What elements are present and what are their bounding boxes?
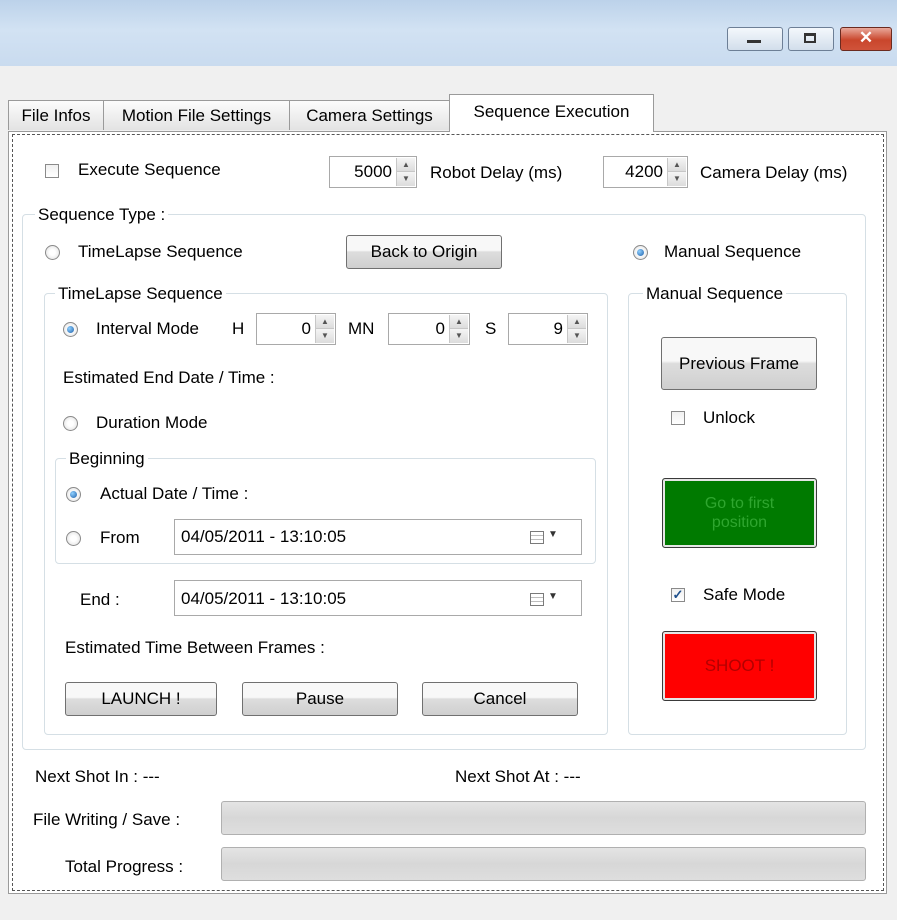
spinner-arrows: ▲ ▼ [449, 315, 468, 343]
spin-up-icon[interactable]: ▲ [316, 315, 334, 329]
spinner-arrows: ▲ ▼ [315, 315, 334, 343]
execute-sequence-checkbox[interactable] [45, 164, 59, 178]
tab-label: Sequence Execution [473, 102, 630, 121]
calendar-dropdown-icon[interactable]: ▼ [530, 529, 568, 546]
launch-button[interactable]: LAUNCH ! [65, 682, 217, 716]
cancel-button[interactable]: Cancel [422, 682, 578, 716]
camera-delay-stepper[interactable]: 4200 ▲ ▼ [603, 156, 688, 188]
file-writing-label: File Writing / Save : [33, 810, 181, 829]
go-first-label-line1: Go to first [704, 495, 775, 512]
file-writing-progress-bar [221, 801, 866, 835]
button-label: Cancel [473, 689, 527, 708]
button-label: Previous Frame [679, 354, 799, 373]
minutes-label: MN [348, 319, 375, 338]
restore-icon [804, 33, 816, 43]
spin-up-icon[interactable]: ▲ [450, 315, 468, 329]
timelapse-sequence-label: TimeLapse Sequence [78, 242, 243, 261]
close-icon: ✕ [858, 28, 874, 47]
go-to-first-position-button[interactable]: Go to first position [662, 478, 817, 548]
calendar-dropdown-icon[interactable]: ▼ [530, 591, 568, 608]
robot-delay-stepper[interactable]: 5000 ▲ ▼ [329, 156, 417, 188]
seconds-value: 9 [553, 319, 563, 338]
restore-button[interactable] [788, 27, 834, 51]
spin-down-icon[interactable]: ▼ [568, 329, 586, 343]
robot-delay-value: 5000 [354, 162, 392, 181]
tab-motion-file-settings[interactable]: Motion File Settings [103, 100, 290, 130]
estimated-end-label: Estimated End Date / Time : [63, 368, 275, 387]
previous-frame-button[interactable]: Previous Frame [661, 337, 817, 390]
manual-sequence-label: Manual Sequence [664, 242, 802, 261]
manual-sequence-legend: Manual Sequence [643, 284, 787, 304]
spin-down-icon[interactable]: ▼ [397, 172, 415, 186]
total-progress-label: Total Progress : [65, 857, 184, 876]
spin-down-icon[interactable]: ▼ [316, 329, 334, 343]
shoot-button[interactable]: SHOOT ! [662, 631, 817, 701]
robot-delay-label: Robot Delay (ms) [430, 163, 563, 182]
next-shot-in-label: Next Shot In : --- [35, 767, 160, 786]
actual-date-label: Actual Date / Time : [100, 484, 249, 503]
button-label: LAUNCH ! [101, 689, 181, 708]
actual-date-radio[interactable] [66, 487, 81, 502]
minutes-stepper[interactable]: 0 ▲ ▼ [388, 313, 470, 345]
estimated-between-label: Estimated Time Between Frames : [65, 638, 325, 657]
minimize-icon [747, 40, 761, 43]
go-first-label-line2: position [711, 514, 768, 531]
hours-stepper[interactable]: 0 ▲ ▼ [256, 313, 336, 345]
window-titlebar: ✕ [0, 0, 897, 67]
pause-button[interactable]: Pause [242, 682, 398, 716]
sequence-type-legend: Sequence Type : [35, 205, 169, 225]
interval-mode-label: Interval Mode [96, 319, 199, 338]
end-label: End : [80, 590, 120, 609]
from-label: From [100, 528, 140, 547]
tab-label: Camera Settings [306, 106, 433, 125]
button-label: Pause [295, 689, 345, 708]
tab-sequence-execution[interactable]: Sequence Execution [449, 94, 654, 132]
seconds-stepper[interactable]: 9 ▲ ▼ [508, 313, 588, 345]
spin-down-icon[interactable]: ▼ [668, 172, 686, 186]
spinner-arrows: ▲ ▼ [667, 158, 686, 186]
from-datetime-picker[interactable]: 04/05/2011 - 13:10:05 ▼ [174, 519, 582, 555]
timelapse-legend: TimeLapse Sequence [55, 284, 226, 304]
total-progress-bar [221, 847, 866, 881]
end-datetime-value: 04/05/2011 - 13:10:05 [181, 589, 347, 608]
duration-mode-label: Duration Mode [96, 413, 208, 432]
beginning-legend: Beginning [66, 449, 148, 469]
hours-value: 0 [301, 319, 311, 338]
seconds-label: S [485, 319, 497, 338]
timelapse-sequence-radio[interactable] [45, 245, 60, 260]
tab-label: Motion File Settings [121, 106, 272, 125]
back-to-origin-button[interactable]: Back to Origin [346, 235, 502, 269]
execute-sequence-label: Execute Sequence [78, 160, 221, 179]
spinner-arrows: ▲ ▼ [567, 315, 586, 343]
camera-delay-value: 4200 [625, 162, 663, 181]
minutes-value: 0 [435, 319, 445, 338]
close-button[interactable]: ✕ [840, 27, 892, 51]
hours-label: H [232, 319, 245, 338]
go-first-label: Go to first position [663, 494, 816, 532]
tab-file-infos[interactable]: File Infos [8, 100, 104, 130]
end-datetime-picker[interactable]: 04/05/2011 - 13:10:05 ▼ [174, 580, 582, 616]
from-radio[interactable] [66, 531, 81, 546]
button-label: Back to Origin [370, 242, 478, 261]
spinner-arrows: ▲ ▼ [396, 158, 415, 186]
unlock-label: Unlock [703, 408, 755, 427]
tab-label: File Infos [21, 106, 91, 125]
interval-mode-radio[interactable] [63, 322, 78, 337]
from-datetime-value: 04/05/2011 - 13:10:05 [181, 527, 347, 546]
spin-up-icon[interactable]: ▲ [397, 158, 415, 172]
safe-mode-checkbox[interactable]: ✓ [671, 588, 685, 602]
spin-up-icon[interactable]: ▲ [668, 158, 686, 172]
tab-camera-settings[interactable]: Camera Settings [289, 100, 450, 130]
next-shot-at-label: Next Shot At : --- [455, 767, 581, 786]
spin-up-icon[interactable]: ▲ [568, 315, 586, 329]
spin-down-icon[interactable]: ▼ [450, 329, 468, 343]
duration-mode-radio[interactable] [63, 416, 78, 431]
unlock-checkbox[interactable] [671, 411, 685, 425]
manual-sequence-radio[interactable] [633, 245, 648, 260]
camera-delay-label: Camera Delay (ms) [700, 163, 848, 182]
shoot-label: SHOOT ! [704, 656, 775, 675]
safe-mode-label: Safe Mode [703, 585, 786, 604]
minimize-button[interactable] [727, 27, 783, 51]
